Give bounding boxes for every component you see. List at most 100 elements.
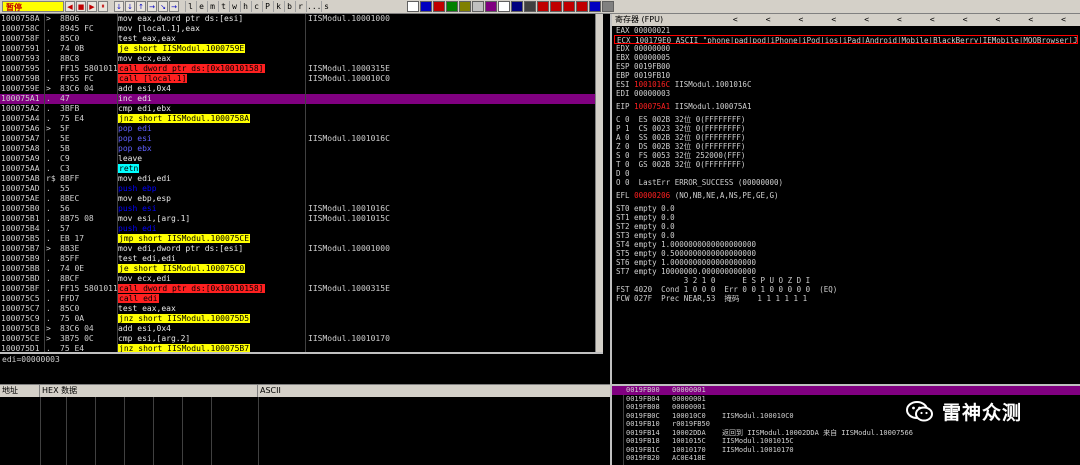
view-button-b[interactable]: b bbox=[284, 1, 294, 12]
toolbar-icon-14[interactable] bbox=[576, 1, 588, 12]
toolbar-button-6[interactable]: ↑ bbox=[136, 1, 146, 12]
fpu-st-line[interactable]: ST0 empty 0.0 bbox=[612, 204, 1080, 213]
disasm-row[interactable]: 100075B4. 57 push edi bbox=[0, 224, 603, 234]
flag-line[interactable]: P 1 CS 0023 32位 0(FFFFFFFF) bbox=[612, 124, 1080, 133]
toolbar-button-7[interactable]: → bbox=[147, 1, 157, 12]
reg-eip[interactable]: EIP 100075A1 IISModul.100075A1 bbox=[612, 102, 1080, 111]
register-scroll-arrow[interactable]: < bbox=[799, 14, 804, 26]
reg-eax[interactable]: EAX 00000021 bbox=[612, 26, 1080, 35]
disasm-row[interactable]: 100075B5. EB 17 jmp short IISModul.100075C… bbox=[0, 234, 603, 244]
toolbar-icon-5[interactable] bbox=[459, 1, 471, 12]
view-button-c[interactable]: c bbox=[251, 1, 261, 12]
disasm-row[interactable]: 100075C5. FFD7 call edi bbox=[0, 294, 603, 304]
flag-line[interactable]: T 0 GS 002B 32位 0(FFFFFFFF) bbox=[612, 160, 1080, 169]
toolbar-icon-7[interactable] bbox=[485, 1, 497, 12]
view-button-more[interactable]: ... bbox=[306, 1, 321, 12]
toolbar-button-1[interactable]: ■ bbox=[76, 1, 86, 12]
disasm-row[interactable]: 100075C7. 85C0 test eax,eax bbox=[0, 304, 603, 314]
flag-line[interactable]: C 0 ES 002B 32位 0(FFFFFFFF) bbox=[612, 115, 1080, 124]
disasm-row[interactable]: 100075B7 >8B3E mov edi,dword ptr ds:[esi] I… bbox=[0, 244, 603, 254]
flag-line[interactable]: D 0 bbox=[612, 169, 1080, 178]
disasm-row[interactable]: 100075AD. 55 push ebp bbox=[0, 184, 603, 194]
toolbar-button-3[interactable]: ⏸ bbox=[98, 1, 108, 12]
disasm-row[interactable]: 1000759E >83C6 04 add esi,0x4 bbox=[0, 84, 603, 94]
disasm-row[interactable]: 100075A9. C9 leave bbox=[0, 154, 603, 164]
disasm-row[interactable]: 1000758F. 85C0 test eax,eax bbox=[0, 34, 603, 44]
register-scroll-arrow[interactable]: < bbox=[930, 14, 935, 26]
toolbar-icon-8[interactable] bbox=[498, 1, 510, 12]
register-scroll-arrow[interactable]: < bbox=[963, 14, 968, 26]
dump-col-hex[interactable]: HEX 数据 bbox=[40, 385, 258, 397]
toolbar-icon-11[interactable] bbox=[537, 1, 549, 12]
toolbar-icon-3[interactable] bbox=[433, 1, 445, 12]
reg-esp[interactable]: ESP 0019FB00 bbox=[612, 62, 1080, 71]
fpu-st-line[interactable]: ST6 empty 1.0000000000000000000 bbox=[612, 258, 1080, 267]
disasm-row[interactable]: 100075A1. 47 inc edi bbox=[0, 94, 603, 104]
disasm-row[interactable]: 100075A4. 75 E4 jnz short IISModul.1000758… bbox=[0, 114, 603, 124]
toolbar-icon-1[interactable] bbox=[407, 1, 419, 12]
toolbar-icon-12[interactable] bbox=[550, 1, 562, 12]
view-button-p[interactable]: P bbox=[262, 1, 272, 12]
view-button-e[interactable]: e bbox=[196, 1, 206, 12]
disassembly-panel[interactable]: 1000758A >8B06 mov eax,dword ptr ds:[esi] I… bbox=[0, 14, 603, 352]
toolbar-button-4[interactable]: ↓ bbox=[114, 1, 124, 12]
view-button-s[interactable]: s bbox=[321, 1, 331, 12]
fpu-st-line[interactable]: ST1 empty 0.0 bbox=[612, 213, 1080, 222]
view-button-w[interactable]: w bbox=[229, 1, 239, 12]
toolbar-button-2[interactable]: ▶ bbox=[87, 1, 97, 12]
disasm-row[interactable]: 100075B9. 85FF test edi,edi bbox=[0, 254, 603, 264]
dump-col-address[interactable]: 地址 bbox=[0, 385, 40, 397]
register-scroll-arrow[interactable]: < bbox=[733, 14, 738, 26]
fpu-st-line[interactable]: ST3 empty 0.0 bbox=[612, 231, 1080, 240]
disasm-row[interactable]: 100075A8. 5B pop ebx bbox=[0, 144, 603, 154]
fpu-st-line[interactable]: ST7 empty 10000000.000000000000 bbox=[612, 267, 1080, 276]
fpu-st-line[interactable]: ST5 empty 0.5000000000000000000 bbox=[612, 249, 1080, 258]
reg-fcw[interactable]: FCW 027F Prec NEAR,53 掩码 1 1 1 1 1 1 bbox=[612, 294, 1080, 303]
disasm-row[interactable]: 100075BD. 8BCF mov ecx,edi bbox=[0, 274, 603, 284]
reg-ebx[interactable]: EBX 00000005 bbox=[612, 53, 1080, 62]
disasm-row[interactable]: 10007593. 8BC8 mov ecx,eax bbox=[0, 54, 603, 64]
dump-col-ascii[interactable]: ASCII bbox=[258, 385, 610, 397]
toolbar-icon-9[interactable] bbox=[511, 1, 523, 12]
disasm-row[interactable]: 100075A2. 3BFB cmp edi,ebx bbox=[0, 104, 603, 114]
toolbar-button-0[interactable]: ◀ bbox=[65, 1, 75, 12]
disasm-row[interactable]: 100075B1. 8B75 08 mov esi,[arg.1] IISModul.… bbox=[0, 214, 603, 224]
disasm-row[interactable]: 100075BB. 74 0E je short IISModul.100075C0 bbox=[0, 264, 603, 274]
reg-ebp[interactable]: EBP 0019FB10 bbox=[612, 71, 1080, 80]
stack-row[interactable]: 0019FB20 AC0E418E bbox=[612, 454, 1080, 463]
fpu-st-line[interactable]: ST2 empty 0.0 bbox=[612, 222, 1080, 231]
toolbar-icon-6[interactable] bbox=[472, 1, 484, 12]
view-button-k[interactable]: k bbox=[273, 1, 283, 12]
register-scroll-arrow[interactable]: < bbox=[897, 14, 902, 26]
memory-dump-panel[interactable]: 地址 HEX 数据 ASCII bbox=[0, 384, 610, 465]
view-button-t[interactable]: t bbox=[218, 1, 228, 12]
register-scroll-arrow[interactable]: < bbox=[831, 14, 836, 26]
reg-efl[interactable]: EFL 00000206 (NO,NB,NE,A,NS,PE,GE,G) bbox=[612, 191, 1080, 200]
disasm-row[interactable]: 100075B0. 56 push esi IISModul.1001016C bbox=[0, 204, 603, 214]
toolbar-icon-4[interactable] bbox=[446, 1, 458, 12]
view-button-r[interactable]: r bbox=[295, 1, 305, 12]
disasm-row[interactable]: 10007591. 74 0B je short IISModul.1000759E bbox=[0, 44, 603, 54]
toolbar-icon-15[interactable] bbox=[589, 1, 601, 12]
disasm-row[interactable]: 100075A7. 5E pop esi IISModul.1001016C bbox=[0, 134, 603, 144]
view-button-m[interactable]: m bbox=[207, 1, 217, 12]
disasm-row[interactable]: 100075CE >3B75 0C cmp esi,[arg.2] IISModul.… bbox=[0, 334, 603, 344]
disassembly-scrollbar[interactable] bbox=[595, 14, 603, 352]
toolbar-button-5[interactable]: ↓ bbox=[125, 1, 135, 12]
toolbar-button-9[interactable]: → bbox=[169, 1, 179, 12]
disasm-row[interactable]: 100075CB >83C6 04 add esi,0x4 bbox=[0, 324, 603, 334]
disasm-row[interactable]: 1000758C. 8945 FC mov [local.1],eax bbox=[0, 24, 603, 34]
toolbar-button-8[interactable]: ↘ bbox=[158, 1, 168, 12]
view-button-l[interactable]: l bbox=[185, 1, 195, 12]
reg-esi[interactable]: ESI 1001016C IISModul.1001016C bbox=[612, 80, 1080, 89]
reg-edx[interactable]: EDX 00000000 bbox=[612, 44, 1080, 53]
disasm-row[interactable]: 10007595. FF15 58010110 call dword ptr ds:… bbox=[0, 64, 603, 74]
disasm-row[interactable]: 100075C9. 75 0A jnz short IISModul.100075D… bbox=[0, 314, 603, 324]
register-scroll-arrow[interactable]: < bbox=[1028, 14, 1033, 26]
disasm-row[interactable]: 100075AB r$ 8BFF mov edi,edi bbox=[0, 174, 603, 184]
view-button-h[interactable]: h bbox=[240, 1, 250, 12]
disasm-row[interactable]: 100075AE. 8BEC mov ebp,esp bbox=[0, 194, 603, 204]
register-scroll-arrow[interactable]: < bbox=[864, 14, 869, 26]
disasm-row[interactable]: 1000758A >8B06 mov eax,dword ptr ds:[esi] I… bbox=[0, 14, 603, 24]
toolbar-icon-2[interactable] bbox=[420, 1, 432, 12]
